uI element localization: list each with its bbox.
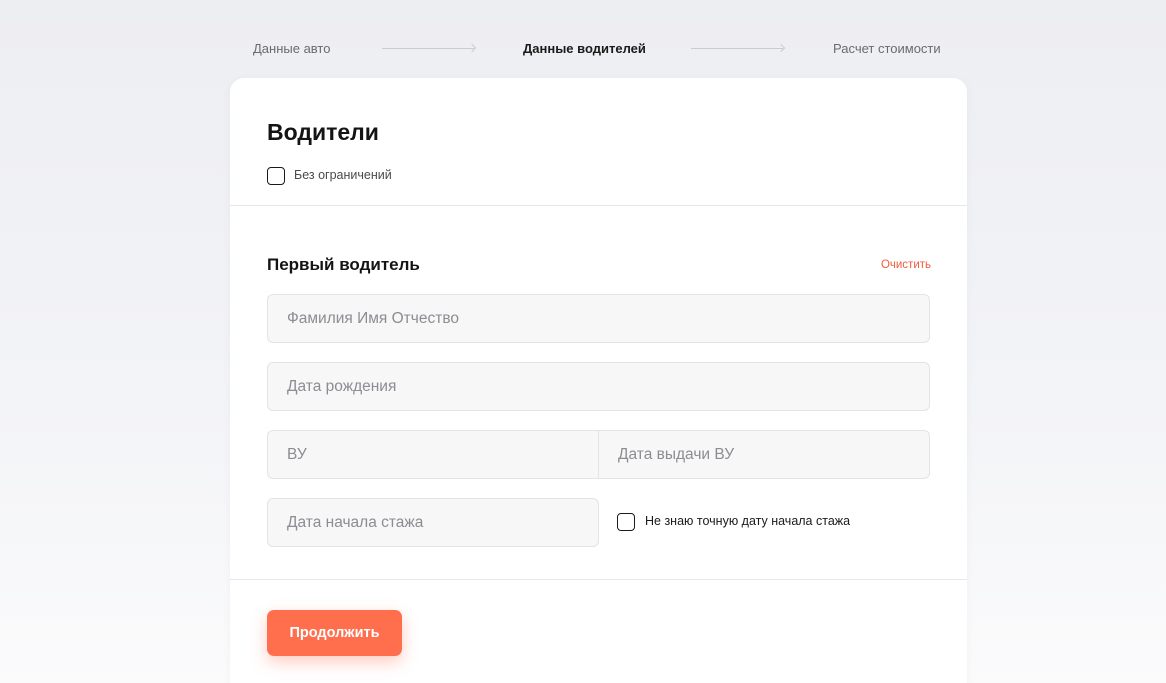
unknown-experience-checkbox[interactable] — [617, 513, 635, 531]
step-drivers-data[interactable]: Данные водителей — [523, 40, 646, 58]
experience-start-field — [267, 498, 599, 547]
unlimited-drivers-label[interactable]: Без ограничений — [294, 168, 392, 182]
step-price-calculation[interactable]: Расчет стоимости — [833, 40, 941, 58]
step-car-data[interactable]: Данные авто — [253, 40, 330, 58]
divider — [230, 579, 967, 580]
license-date-input[interactable] — [599, 431, 929, 478]
birth-date-input[interactable] — [268, 363, 929, 410]
progress-stepper: Данные авто Данные водителей Расчет стои… — [230, 40, 966, 60]
license-input[interactable] — [268, 431, 598, 478]
page-title: Водители — [267, 119, 379, 145]
arrow-right-icon — [691, 48, 783, 49]
unlimited-drivers-checkbox[interactable] — [267, 167, 285, 185]
clear-button[interactable]: Очистить — [881, 259, 931, 271]
first-driver-title: Первый водитель — [267, 255, 420, 274]
continue-button[interactable]: Продолжить — [267, 610, 402, 656]
drivers-card: Водители Без ограничений Первый водитель… — [230, 78, 967, 683]
full-name-input[interactable] — [268, 295, 929, 342]
experience-start-input[interactable] — [268, 499, 598, 546]
birth-date-field — [267, 362, 930, 411]
unknown-experience-label[interactable]: Не знаю точную дату начала стажа — [645, 514, 850, 528]
license-date-field — [598, 430, 930, 479]
arrow-right-icon — [382, 48, 474, 49]
full-name-field — [267, 294, 930, 343]
divider — [230, 205, 967, 206]
license-field — [267, 430, 599, 479]
